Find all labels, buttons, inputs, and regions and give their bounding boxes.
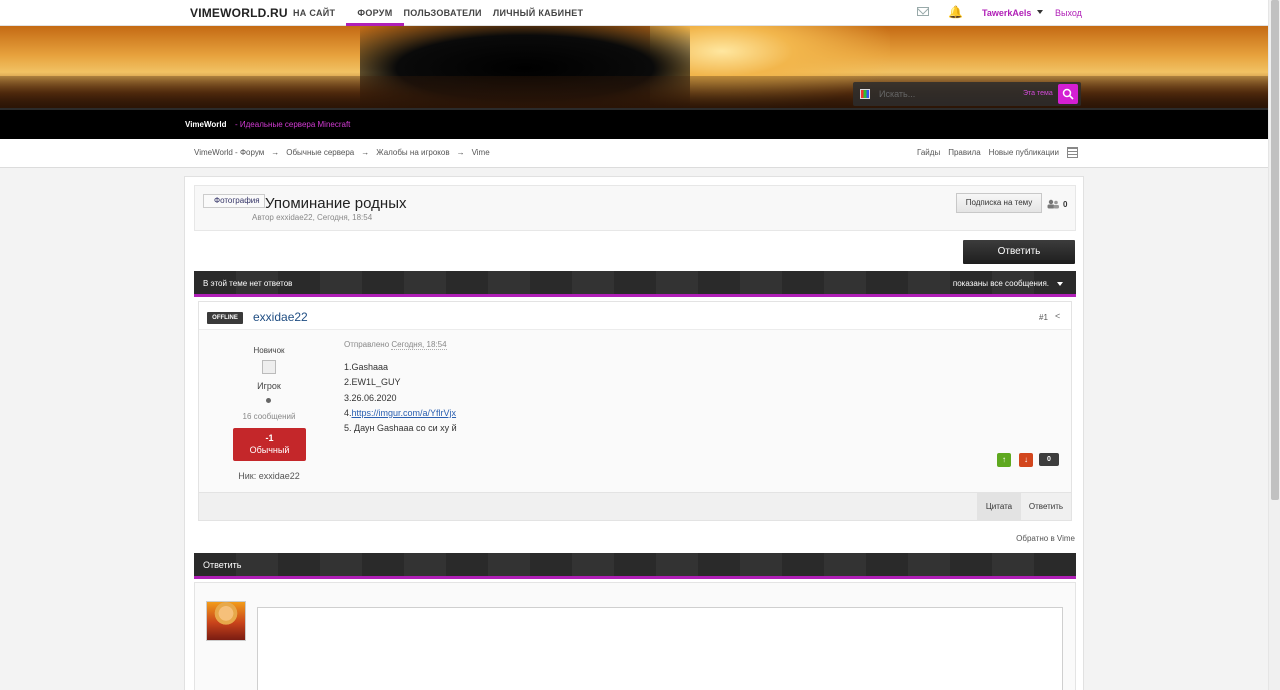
avatar — [206, 601, 246, 641]
mail-icon[interactable] — [917, 7, 929, 16]
post-body: Отправлено Сегодня, 18:54 1.Gashaaa 2.EW… — [344, 330, 1064, 492]
tagline-description: - Идеальные сервера Minecraft — [235, 120, 351, 129]
breadcrumb: VimeWorld - Форум → Обычные сервера → Жа… — [194, 148, 490, 157]
scrollbar[interactable] — [1268, 0, 1280, 690]
author-sidebar: Новичок Игрок 16 сообщений -1 Обычный Ни… — [199, 330, 339, 492]
reply-bar-title: Ответить — [203, 560, 242, 570]
post-date-prefix: Отправлено — [344, 340, 392, 349]
reply-textarea[interactable] — [257, 607, 1063, 690]
back-link[interactable]: Обратно в Vime — [1005, 534, 1075, 543]
nav-forum[interactable]: ФОРУМ — [346, 0, 404, 26]
breadcrumb-complaints[interactable]: Жалобы на игроков — [376, 148, 449, 157]
reputation-name: Обычный — [249, 445, 290, 455]
post-header: OFFLINE exxidae22 #1 < — [199, 302, 1071, 330]
tagline-site[interactable]: VimeWorld — [185, 120, 227, 129]
breadcrumb-separator: → — [361, 148, 370, 157]
post-count: 16 сообщений — [242, 412, 296, 421]
thread-bar-status: В этой теме нет ответов — [203, 279, 293, 288]
quote-button[interactable]: Цитата — [977, 493, 1021, 521]
scrollbar-thumb[interactable] — [1271, 0, 1279, 500]
breadcrumb-forum[interactable]: VimeWorld - Форум — [194, 148, 264, 157]
user-menu[interactable]: TawerkAels — [982, 8, 1031, 18]
quick-links: Гайды Правила Новые публикации — [909, 147, 1078, 158]
topic-header: Фотография Упоминание родных Автор exxid… — [194, 185, 1076, 231]
link-new-posts[interactable]: Новые публикации — [989, 148, 1059, 158]
search-input[interactable] — [879, 85, 1019, 103]
vote-count: 0 — [1039, 453, 1059, 466]
search-filter-icon[interactable] — [860, 89, 870, 99]
vote-up-button[interactable]: ↑ — [997, 453, 1011, 467]
search-box: Эта тема — [853, 82, 1081, 106]
nav-site[interactable]: НА САЙТ — [293, 0, 346, 26]
reputation-value: -1 — [265, 433, 274, 443]
link-guides[interactable]: Гайды — [917, 148, 940, 158]
author-photo[interactable]: Фотография — [203, 194, 265, 208]
breadcrumb-vime[interactable]: Vime — [472, 148, 490, 157]
chevron-down-icon[interactable] — [1057, 282, 1063, 286]
post-date: Отправлено Сегодня, 18:54 — [344, 340, 447, 350]
breadcrumb-separator: → — [271, 148, 280, 157]
user-rank: Новичок — [253, 346, 285, 355]
breadcrumb-separator: → — [456, 148, 465, 157]
post-line: 5. Даун Gashaaa со си ху й — [344, 423, 457, 434]
reputation-badge: -1 Обычный — [233, 428, 306, 461]
logout-link[interactable]: Выход — [1055, 8, 1082, 18]
bell-icon[interactable]: 🔔 — [948, 5, 963, 19]
search-icon — [1062, 88, 1074, 100]
reply-bar: Ответить — [194, 553, 1076, 579]
status-badge: OFFLINE — [207, 312, 243, 324]
topic-container: Фотография Упоминание родных Автор exxid… — [184, 176, 1084, 690]
topic-author-line: Автор exxidae22, Сегодня, 18:54 — [252, 213, 373, 222]
followers-count: 0 — [1063, 200, 1068, 209]
breadcrumb-servers[interactable]: Обычные сервера — [286, 148, 354, 157]
post-footer: Цитата Ответить — [199, 492, 1071, 521]
rank-image — [262, 360, 276, 374]
post-author-link[interactable]: exxidae22 — [253, 310, 308, 324]
post-line: 4.https://imgur.com/a/YflrVjx — [344, 406, 457, 421]
chevron-down-icon[interactable] — [1037, 10, 1043, 14]
imgur-link[interactable]: https://imgur.com/a/YflrVjx — [352, 408, 457, 418]
search-button[interactable] — [1058, 84, 1078, 104]
post-line-prefix: 4. — [344, 407, 352, 418]
subscribe-button[interactable]: Подписка на тему — [956, 193, 1042, 213]
followers-icon[interactable] — [1046, 199, 1060, 209]
post-reply-button[interactable]: Ответить — [1021, 493, 1071, 521]
nav-account[interactable]: ЛИЧНЫЙ КАБИНЕТ — [493, 0, 595, 26]
main-nav: НА САЙТ ФОРУМ ПОЛЬЗОВАТЕЛИ ЛИЧНЫЙ КАБИНЕ… — [293, 0, 594, 26]
user-nick: Ник: exxidae22 — [238, 471, 300, 481]
breadcrumb-bar: VimeWorld - Форум → Обычные сервера → Жа… — [0, 139, 1268, 168]
vote-down-button[interactable]: ↓ — [1019, 453, 1033, 467]
post-number[interactable]: #1 — [1039, 313, 1048, 322]
share-icon[interactable]: < — [1055, 311, 1060, 321]
tagline-bar: VimeWorld - Идеальные сервера Minecraft — [0, 110, 1268, 139]
post-line: 3.26.06.2020 — [344, 392, 397, 403]
reply-button[interactable]: Ответить — [963, 240, 1075, 264]
nav-users[interactable]: ПОЛЬЗОВАТЕЛИ — [404, 0, 493, 26]
post-filter-dropdown[interactable]: показаны все сообщения. — [953, 279, 1049, 288]
menu-icon[interactable] — [1067, 147, 1078, 158]
post-date-value: Сегодня, 18:54 — [391, 340, 447, 350]
search-scope[interactable]: Эта тема — [1023, 90, 1053, 97]
thread-bar: В этой теме нет ответов показаны все соо… — [194, 271, 1076, 297]
header-banner: Эта тема — [0, 26, 1268, 110]
post: OFFLINE exxidae22 #1 < Новичок Игрок 16 … — [198, 301, 1072, 521]
post-line: 2.EW1L_GUY — [344, 377, 401, 388]
user-group: Игрок — [257, 381, 281, 391]
reply-editor-area — [194, 582, 1076, 690]
link-rules[interactable]: Правила — [948, 148, 980, 158]
site-logo[interactable]: VIMEWORLD.RU — [190, 6, 288, 20]
status-dot — [266, 398, 271, 403]
post-line: 1.Gashaaa — [344, 362, 389, 372]
page-title: Упоминание родных — [265, 195, 407, 212]
top-navigation-bar: VIMEWORLD.RU НА САЙТ ФОРУМ ПОЛЬЗОВАТЕЛИ … — [0, 0, 1268, 26]
post-content: 1.Gashaaa 2.EW1L_GUY 3.26.06.2020 4.http… — [344, 360, 457, 436]
